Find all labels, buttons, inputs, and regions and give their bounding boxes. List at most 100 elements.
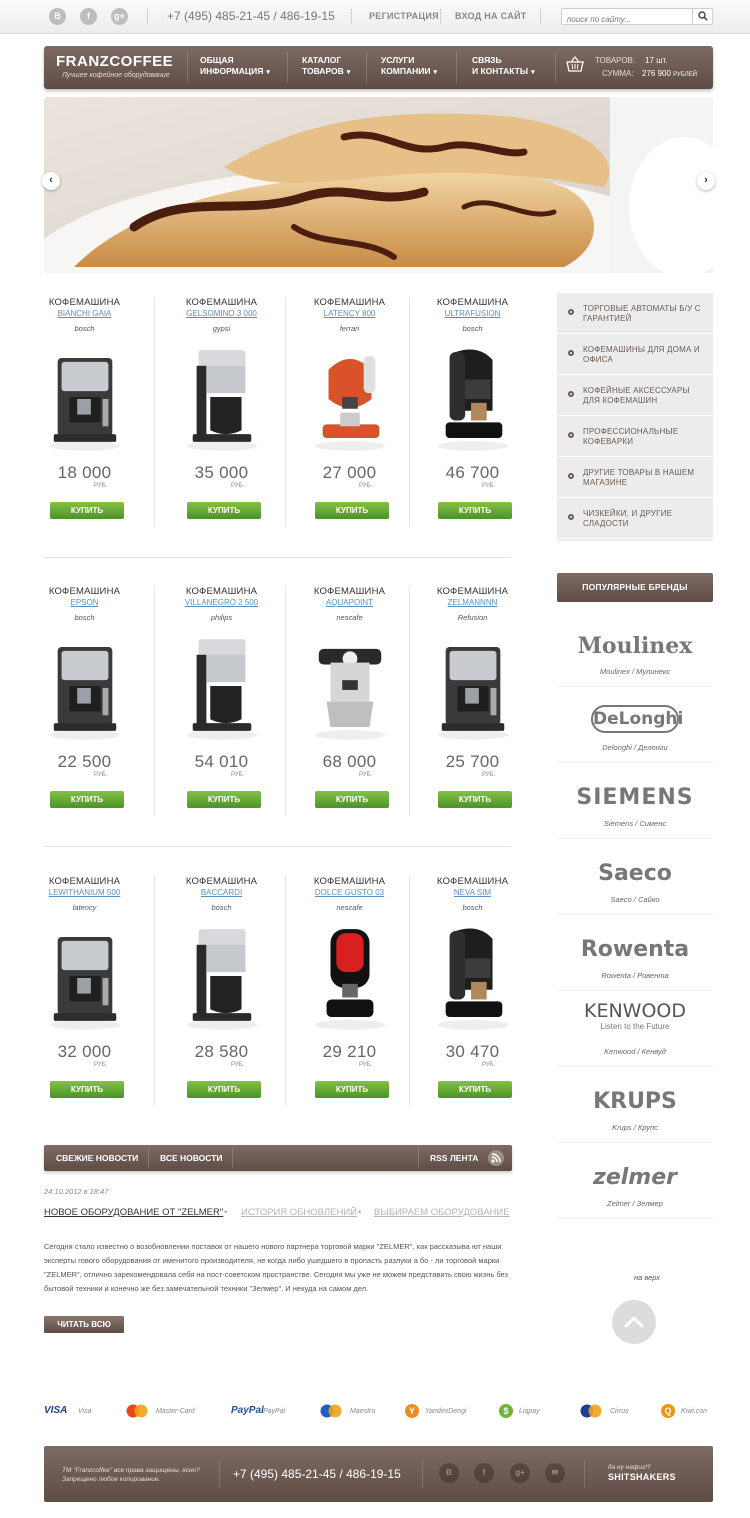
vk-icon[interactable]: B: [49, 8, 66, 25]
google-plus-icon[interactable]: g+: [510, 1463, 530, 1483]
login-link[interactable]: ВХОД НА САЙТ: [455, 11, 527, 21]
brand-item-zelmer[interactable]: zelmer Zelmer / Зелмер: [557, 1143, 713, 1219]
product-card[interactable]: КОФЕМАШИНА LATENCY 800 ferrari 27 000 РУБ. КУ…: [287, 297, 412, 527]
product-photo[interactable]: [432, 339, 514, 457]
brand-item-delonghi[interactable]: DeLonghi Delonghi / Делонги: [557, 687, 713, 763]
product-card[interactable]: КОФЕМАШИНА ULTRAFUSION bosch 46 700 РУБ. КУПИ…: [410, 297, 535, 527]
product-name-link[interactable]: ZELMANNNN: [410, 598, 535, 607]
product-card[interactable]: КОФЕМАШИНА ZELMANNNN Refusion 25 700 РУБ. КУП…: [410, 586, 535, 816]
buy-button[interactable]: КУПИТЬ: [315, 1081, 389, 1098]
product-card[interactable]: КОФЕМАШИНА LEWITHANIUM 500 latency 32 000 РУ…: [22, 876, 147, 1106]
brand-item-saeco[interactable]: Saeco Saeco / Сайко: [557, 839, 713, 915]
divider: [440, 9, 441, 24]
search-button[interactable]: [692, 9, 712, 24]
category-item[interactable]: ТОРГОВЫЕ АВТОМАТЫ Б/У С ГАРАНТИЕЙ: [557, 293, 713, 334]
facebook-icon[interactable]: f: [80, 8, 97, 25]
nav-item-contacts[interactable]: СВЯЗЬ И КОНТАКТЫ ▾: [472, 55, 535, 78]
nav-item-catalog[interactable]: КАТАЛОГ ТОВАРОВ ▾: [302, 55, 350, 78]
buy-button[interactable]: КУПИТЬ: [315, 791, 389, 808]
buy-button[interactable]: КУПИТЬ: [187, 502, 261, 519]
news-title-active[interactable]: НОВОЕ ОБОРУДОВАНИЕ ОТ "ZELMER": [44, 1207, 223, 1218]
brand-caption: Kenwood / Кенвуд: [604, 1047, 666, 1056]
buy-button[interactable]: КУПИТЬ: [315, 502, 389, 519]
product-photo[interactable]: [181, 918, 263, 1036]
brand-item-moulinex[interactable]: Moulinex Moulinex / Мулинекс: [557, 611, 713, 687]
product-card[interactable]: КОФЕМАШИНА BACCARDI bosch 28 580 РУБ. КУПИТЬ: [159, 876, 284, 1106]
product-card[interactable]: КОФЕМАШИНА VILLANEGRO 2 500 philips 54 010 Р…: [159, 586, 284, 816]
nav-item-general-info[interactable]: ОБЩАЯ ИНФОРМАЦИЯ ▾: [200, 55, 270, 78]
product-name-link[interactable]: NEVA SIM: [410, 888, 535, 897]
buy-button[interactable]: КУПИТЬ: [50, 1081, 124, 1098]
product-photo[interactable]: [432, 628, 514, 746]
read-all-button[interactable]: ЧИТАТЬ ВСЮ: [44, 1316, 124, 1333]
news-title-link[interactable]: ВЫБИРАЕМ ОБОРУДОВАНИЕ: [374, 1207, 510, 1218]
news-title-link[interactable]: ИСТОРИЯ ОБНОВЛЕНИЙ: [241, 1207, 357, 1218]
product-card[interactable]: КОФЕМАШИНА DOLCE GUSTO 03 nescafe 29 210 РУБ…: [287, 876, 412, 1106]
product-name-link[interactable]: BACCARDI: [159, 888, 284, 897]
register-link[interactable]: РЕГИСТРАЦИЯ: [369, 11, 439, 21]
buy-button[interactable]: КУПИТЬ: [50, 502, 124, 519]
product-name-link[interactable]: GELSOMINO 3 000: [159, 309, 284, 318]
product-name-link[interactable]: ULTRAFUSION: [410, 309, 535, 318]
product-currency: РУБ.: [94, 483, 108, 489]
product-price: 32 000: [57, 1042, 112, 1061]
slider-next-button[interactable]: ›: [697, 172, 715, 190]
product-name-link[interactable]: DOLCE GUSTO 03: [287, 888, 412, 897]
buy-button[interactable]: КУПИТЬ: [187, 791, 261, 808]
product-name-link[interactable]: LATENCY 800: [287, 309, 412, 318]
rss-icon[interactable]: [488, 1150, 504, 1166]
product-image: [437, 646, 509, 740]
mail-icon[interactable]: ✉: [545, 1463, 565, 1483]
facebook-icon[interactable]: f: [474, 1463, 494, 1483]
vk-icon[interactable]: B: [439, 1463, 459, 1483]
buy-button[interactable]: КУПИТЬ: [438, 791, 512, 808]
buy-button[interactable]: КУПИТЬ: [438, 502, 512, 519]
product-photo[interactable]: [309, 628, 391, 746]
buy-button[interactable]: КУПИТЬ: [187, 1081, 261, 1098]
made-by-label: да ну нафиг!?: [608, 1464, 651, 1471]
product-photo[interactable]: [44, 918, 126, 1036]
scroll-to-top-button[interactable]: [612, 1300, 656, 1344]
category-item[interactable]: КОФЕЙНЫЕ АКСЕССУАРЫ ДЛЯ КОФЕМАШИН: [557, 375, 713, 416]
tab-fresh-news[interactable]: СВЕЖИЕ НОВОСТИ: [56, 1153, 138, 1163]
product-name-link[interactable]: VILLANEGRO 2 500: [159, 598, 284, 607]
logo[interactable]: FRANZCOFFEE: [56, 53, 173, 70]
brand-item-krups[interactable]: KRUPS Krups / Крупс: [557, 1067, 713, 1143]
product-name-link[interactable]: EPSON: [22, 598, 147, 607]
nav-item-services[interactable]: УСЛУГИ КОМПАНИИ ▾: [381, 55, 437, 78]
product-card[interactable]: КОФЕМАШИНА EPSON bosch 22 500 РУБ. КУПИТЬ: [22, 586, 147, 816]
slider-prev-button[interactable]: ‹: [42, 172, 60, 190]
rss-link[interactable]: RSS ЛЕНТА: [430, 1153, 478, 1163]
product-name-link[interactable]: AQUAPOINT: [287, 598, 412, 607]
product-photo[interactable]: [44, 339, 126, 457]
category-item[interactable]: ДРУГИЕ ТОВАРЫ В НАШЕМ МАГАЗИНЕ: [557, 457, 713, 498]
search-input[interactable]: [562, 12, 690, 27]
google-plus-icon[interactable]: g+: [111, 8, 128, 25]
product-photo[interactable]: [181, 339, 263, 457]
buy-button[interactable]: КУПИТЬ: [50, 791, 124, 808]
product-photo[interactable]: [44, 628, 126, 746]
brand-item-rowenta[interactable]: Rowenta Rowenta / Ровента: [557, 915, 713, 991]
brand-tagline: Listen to the Future: [600, 1022, 670, 1031]
product-card[interactable]: КОФЕМАШИНА AQUAPOINT nescafe 68 000 РУБ. КУПИ…: [287, 586, 412, 816]
product-photo[interactable]: [181, 628, 263, 746]
brand-item-kenwood[interactable]: KENWOOD Listen to the Future Kenwood / Кен…: [557, 991, 713, 1067]
product-photo[interactable]: [309, 339, 391, 457]
category-item[interactable]: ЧИЗКЕЙКИ, И ДРУГИЕ СЛАДОСТИ: [557, 498, 713, 539]
basket-icon[interactable]: [566, 56, 584, 74]
product-name-link[interactable]: LEWITHANIUM 500: [22, 888, 147, 897]
payment-label: Cirrus: [610, 1408, 629, 1415]
product-name-link[interactable]: BIANCHI GAIA: [22, 309, 147, 318]
product-photo[interactable]: [309, 918, 391, 1036]
product-card[interactable]: КОФЕМАШИНА BIANCHI GAIA bosch 18 000 РУБ. КУП…: [22, 297, 147, 527]
category-item[interactable]: ПРОФЕССИОНАЛЬНЫЕ КОФЕВАРКИ: [557, 416, 713, 457]
brand-logo: Rowenta: [580, 937, 690, 962]
product-photo[interactable]: [432, 918, 514, 1036]
product-card[interactable]: КОФЕМАШИНА NEVA SIM bosch 30 470 РУБ. КУПИТЬ: [410, 876, 535, 1106]
tab-all-news[interactable]: ВСЕ НОВОСТИ: [160, 1153, 223, 1163]
studio-logo[interactable]: SHITSHAKERS: [608, 1472, 676, 1482]
product-card[interactable]: КОФЕМАШИНА GELSOMINO 3 000 gypsi 35 000 РУБ.…: [159, 297, 284, 527]
brand-item-siemens[interactable]: SIEMENS Siemens / Сименс: [557, 763, 713, 839]
buy-button[interactable]: КУПИТЬ: [438, 1081, 512, 1098]
category-item[interactable]: КОФЕМАШИНЫ ДЛЯ ДОМА И ОФИСА: [557, 334, 713, 375]
